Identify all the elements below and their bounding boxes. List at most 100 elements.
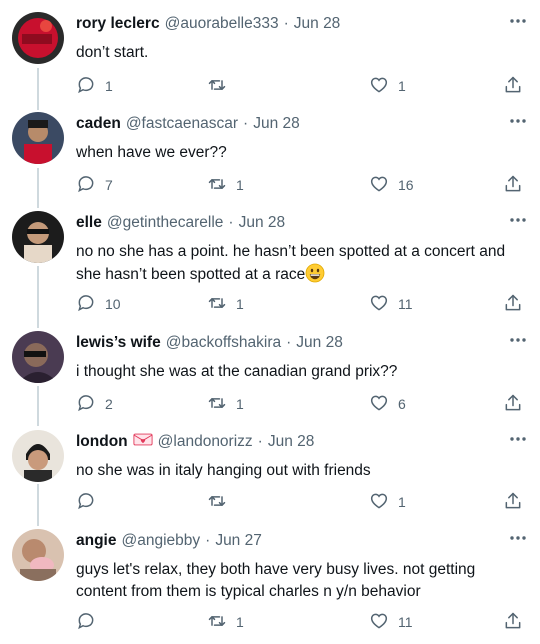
retweet-icon: [207, 293, 227, 316]
author-handle[interactable]: @backoffshakira: [166, 334, 281, 352]
author-handle[interactable]: @landonorizz: [158, 433, 253, 451]
reply-icon: [76, 174, 96, 197]
tweet[interactable]: london @landonorizz · Jun 28 no she was …: [0, 430, 540, 522]
avatar[interactable]: [12, 211, 64, 263]
retweet-icon: [207, 611, 227, 634]
heart-icon: [369, 293, 389, 316]
avatar[interactable]: [12, 331, 64, 383]
reply-count: 10: [105, 296, 121, 312]
retweet-button[interactable]: 1: [207, 610, 244, 634]
avatar[interactable]: [12, 112, 64, 164]
tweet-date[interactable]: Jun 28: [239, 214, 286, 232]
like-button[interactable]: 1: [369, 490, 406, 514]
separator-dot: ·: [243, 115, 249, 132]
like-count: 6: [398, 396, 406, 412]
share-button[interactable]: [503, 173, 523, 197]
avatar[interactable]: [12, 430, 64, 482]
more-icon[interactable]: [507, 531, 529, 545]
tweet-date[interactable]: Jun 28: [268, 433, 315, 451]
retweet-button[interactable]: 1: [207, 173, 244, 197]
more-icon[interactable]: [507, 114, 529, 128]
author-handle[interactable]: @getinthecarelle: [107, 214, 224, 232]
tweet-text-line: guys let's relax, they both have very bu…: [76, 561, 476, 578]
more-icon[interactable]: [507, 213, 529, 227]
reply-button[interactable]: 10: [76, 292, 121, 316]
reply-icon: [76, 491, 96, 514]
avatar[interactable]: [12, 529, 64, 581]
tweet[interactable]: elle @getinthecarelle · Jun 28 no no she…: [0, 211, 540, 321]
tweet-actions: 10 1 11: [76, 292, 530, 316]
author-name[interactable]: caden: [76, 115, 121, 133]
like-button[interactable]: 11: [369, 610, 413, 634]
tweet[interactable]: caden @fastcaenascar · Jun 28 when have …: [0, 112, 540, 204]
like-count: 1: [398, 494, 406, 510]
tweet-date[interactable]: Jun 28: [296, 334, 343, 352]
author-handle[interactable]: @angiebby: [121, 532, 200, 550]
like-count: 1: [398, 78, 406, 94]
author-name[interactable]: london: [76, 433, 128, 451]
author-handle[interactable]: @fastcaenascar: [126, 115, 238, 133]
author-name[interactable]: angie: [76, 532, 116, 550]
tweet-actions: 1 11: [76, 610, 530, 634]
envelope-heart-emoji-icon: [133, 432, 153, 452]
reply-button[interactable]: [76, 610, 105, 634]
separator-dot: ·: [283, 15, 289, 32]
tweet-text: don’t start.: [76, 44, 149, 61]
author-name[interactable]: rory leclerc: [76, 15, 160, 33]
tweet-text: no no she has a point. he hasn’t been sp…: [76, 241, 526, 286]
tweet-actions: 1 1: [76, 74, 530, 98]
share-icon: [503, 75, 523, 98]
author-name[interactable]: elle: [76, 214, 102, 232]
tweet-text: no she was in italy hanging out with fri…: [76, 462, 371, 479]
retweet-button[interactable]: [207, 74, 236, 98]
tweet-date[interactable]: Jun 27: [215, 532, 262, 550]
reply-icon: [76, 611, 96, 634]
reply-count: 2: [105, 396, 113, 412]
heart-icon: [369, 611, 389, 634]
share-button[interactable]: [503, 392, 523, 416]
more-icon[interactable]: [507, 333, 529, 347]
reply-button[interactable]: 1: [76, 74, 113, 98]
tweet-actions: 7 1 16: [76, 173, 530, 197]
share-button[interactable]: [503, 74, 523, 98]
more-icon[interactable]: [507, 14, 529, 28]
like-button[interactable]: 6: [369, 392, 406, 416]
retweet-icon: [207, 174, 227, 197]
like-count: 11: [398, 614, 413, 630]
author-name[interactable]: lewis’s wife: [76, 334, 161, 352]
retweet-count: 1: [236, 177, 244, 193]
reply-count: 1: [105, 78, 113, 94]
retweet-count: 1: [236, 296, 244, 312]
share-button[interactable]: [503, 490, 523, 514]
tweet[interactable]: rory leclerc @auorabelle333 · Jun 28 don…: [0, 12, 540, 104]
avatar[interactable]: [12, 12, 64, 64]
reply-button[interactable]: 7: [76, 173, 113, 197]
retweet-button[interactable]: 1: [207, 292, 244, 316]
reply-button[interactable]: 2: [76, 392, 113, 416]
heart-icon: [369, 174, 389, 197]
like-button[interactable]: 1: [369, 74, 406, 98]
separator-dot: ·: [257, 433, 263, 450]
like-button[interactable]: 16: [369, 173, 414, 197]
separator-dot: ·: [228, 214, 234, 231]
reply-count: 7: [105, 177, 113, 193]
retweet-button[interactable]: [207, 490, 236, 514]
like-button[interactable]: 11: [369, 292, 413, 316]
share-icon: [503, 491, 523, 514]
more-icon[interactable]: [507, 432, 529, 446]
like-count: 16: [398, 177, 414, 193]
tweet-date[interactable]: Jun 28: [253, 115, 300, 133]
retweet-button[interactable]: 1: [207, 392, 244, 416]
tweet-actions: 2 1 6: [76, 392, 530, 416]
reply-button[interactable]: [76, 490, 105, 514]
tweet[interactable]: angie @angiebby · Jun 27 guys let's rela…: [0, 529, 540, 639]
tweet[interactable]: lewis’s wife @backoffshakira · Jun 28 i …: [0, 331, 540, 423]
author-handle[interactable]: @auorabelle333: [165, 15, 279, 33]
share-button[interactable]: [503, 610, 523, 634]
share-button[interactable]: [503, 292, 523, 316]
tweet-date[interactable]: Jun 28: [294, 15, 341, 33]
retweet-icon: [207, 491, 227, 514]
tweet-text-line: no no she has a point. he hasn’t been sp…: [76, 243, 506, 260]
heart-icon: [369, 491, 389, 514]
tweet-text-fragment: she hasn’t been spotted at a race: [76, 266, 306, 283]
